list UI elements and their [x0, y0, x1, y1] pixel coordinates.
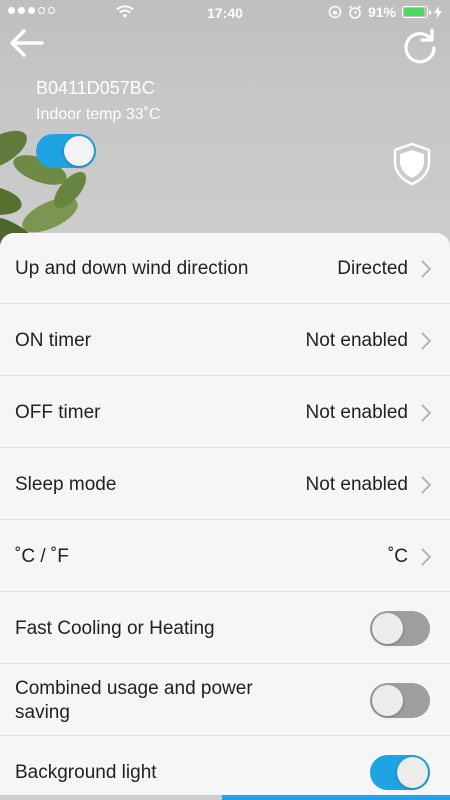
charging-icon	[434, 5, 442, 19]
chevron-right-icon	[421, 476, 432, 494]
chevron-right-icon	[421, 548, 432, 566]
combined-usage-row: Combined usage and power saving	[0, 665, 450, 736]
sleep-mode-value: Not enabled	[305, 473, 408, 495]
sleep-mode-row[interactable]: Sleep mode Not enabled	[0, 449, 450, 520]
toggle-knob	[397, 757, 428, 788]
combined-usage-label: Combined usage and power saving	[15, 677, 253, 723]
chevron-right-icon	[421, 332, 432, 350]
toggle-knob	[64, 136, 94, 166]
temp-unit-label: ˚C / ˚F	[15, 545, 69, 567]
on-timer-value: Not enabled	[305, 329, 408, 351]
battery-icon	[402, 6, 431, 18]
off-timer-value: Not enabled	[305, 401, 408, 423]
battery-percent: 91%	[367, 4, 396, 20]
chevron-right-icon	[421, 260, 432, 278]
device-id: B0411D057BC	[36, 78, 155, 98]
fast-cooling-label: Fast Cooling or Heating	[15, 617, 215, 639]
wind-direction-label: Up and down wind direction	[15, 257, 249, 279]
shield-icon[interactable]	[392, 142, 432, 186]
off-timer-row[interactable]: OFF timer Not enabled	[0, 377, 450, 448]
wind-direction-value: Directed	[337, 257, 408, 279]
status-bar: 17:40 91%	[0, 0, 450, 26]
settings-panel: Up and down wind direction Directed ON t…	[0, 233, 450, 800]
bottom-indicator	[0, 795, 450, 800]
on-timer-row[interactable]: ON timer Not enabled	[0, 305, 450, 376]
temp-unit-row[interactable]: ˚C / ˚F ˚C	[0, 521, 450, 592]
device-hero-background	[0, 0, 450, 260]
refresh-icon[interactable]	[400, 26, 440, 66]
chevron-right-icon	[421, 404, 432, 422]
temp-unit-value: ˚C	[387, 545, 408, 567]
indoor-temperature: Indoor temp 33˚C	[36, 106, 161, 123]
wind-direction-row[interactable]: Up and down wind direction Directed	[0, 233, 450, 304]
fast-cooling-row: Fast Cooling or Heating	[0, 593, 450, 664]
lock-rotation-icon	[328, 5, 342, 19]
background-light-toggle[interactable]	[370, 755, 430, 790]
back-arrow-icon[interactable]	[6, 26, 46, 60]
bottom-indicator-active	[222, 795, 450, 800]
on-timer-label: ON timer	[15, 329, 91, 351]
off-timer-label: OFF timer	[15, 401, 101, 423]
sleep-mode-label: Sleep mode	[15, 473, 117, 495]
power-toggle[interactable]	[36, 134, 96, 168]
toggle-knob	[372, 613, 403, 644]
alarm-icon	[348, 5, 361, 19]
background-light-row: Background light	[0, 737, 450, 800]
background-light-label: Background light	[15, 761, 157, 783]
toggle-knob	[372, 685, 403, 716]
combined-usage-toggle[interactable]	[370, 683, 430, 718]
fast-cooling-toggle[interactable]	[370, 611, 430, 646]
